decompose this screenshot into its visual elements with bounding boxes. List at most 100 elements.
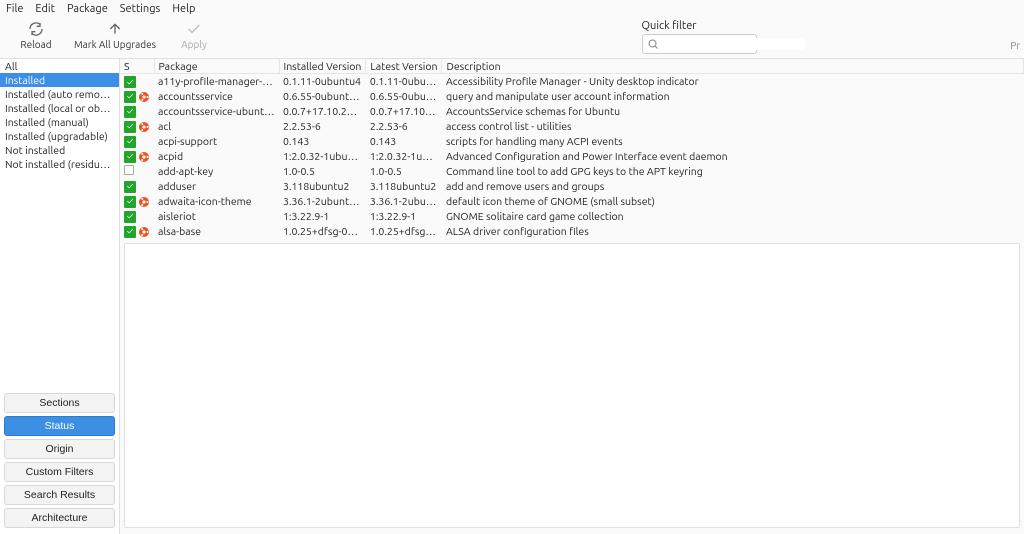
ubuntu-icon — [138, 226, 150, 238]
table-row[interactable]: ✓alsa-base1.0.25+dfsg-0ubunt1.0.25+dfsg-… — [120, 224, 1024, 239]
status-cell[interactable]: ✓ — [120, 179, 154, 194]
check-icon[interactable]: ✓ — [124, 151, 136, 163]
package-name: acpi-support — [154, 134, 279, 149]
menu-file[interactable]: File — [6, 3, 23, 15]
col-latest-version[interactable]: Latest Version — [366, 59, 442, 74]
installed-version: 0.1.11-0ubuntu4 — [279, 74, 366, 89]
table-row[interactable]: ✓acpi-support0.1430.143scripts for handl… — [120, 134, 1024, 149]
installed-version: 3.36.1-2ubuntu0.20 — [279, 194, 366, 209]
package-name: alsa-base — [154, 224, 279, 239]
filter-item-manual[interactable]: Installed (manual) — [0, 115, 119, 129]
mark-upgrades-button[interactable]: Mark All Upgrades — [72, 20, 158, 56]
col-description[interactable]: Description — [442, 59, 1024, 74]
status-cell[interactable]: ✓ — [120, 149, 154, 164]
filter-item-residual-config[interactable]: Not installed (residual config) — [0, 157, 119, 171]
quick-filter-field[interactable] — [642, 34, 757, 54]
search-results-button[interactable]: Search Results — [4, 485, 115, 505]
toolbar: Reload Mark All Upgrades Apply Quick fil… — [0, 18, 1024, 58]
package-name: acl — [154, 119, 279, 134]
table-row[interactable]: ✓adwaita-icon-theme3.36.1-2ubuntu0.203.3… — [120, 194, 1024, 209]
filter-item-local-obsolete[interactable]: Installed (local or obsolete) — [0, 101, 119, 115]
package-detail-pane: No package is selected. — [124, 243, 1020, 528]
filter-item-upgradable[interactable]: Installed (upgradable) — [0, 129, 119, 143]
package-description: default icon theme of GNOME (small subse… — [442, 194, 1024, 209]
menu-package[interactable]: Package — [67, 3, 108, 15]
custom-filters-button[interactable]: Custom Filters — [4, 462, 115, 482]
reload-button[interactable]: Reload — [6, 20, 66, 56]
filter-item-auto-removable[interactable]: Installed (auto removable) — [0, 87, 119, 101]
status-cell[interactable]: ✓ — [120, 209, 154, 224]
package-table-wrap[interactable]: S Package Installed Version Latest Versi… — [120, 59, 1024, 239]
table-row[interactable]: ✓a11y-profile-manager-indicator0.1.11-0u… — [120, 74, 1024, 89]
check-icon[interactable]: ✓ — [124, 211, 136, 223]
latest-version: 1.0-0.5 — [366, 164, 442, 179]
table-row[interactable]: ✓adduser3.118ubuntu23.118ubuntu2add and … — [120, 179, 1024, 194]
latest-version: 3.36.1-2ubuntu0.20 — [366, 194, 442, 209]
package-description: GNOME solitaire card game collection — [442, 209, 1024, 224]
menu-settings[interactable]: Settings — [120, 3, 161, 15]
reload-label: Reload — [20, 39, 51, 50]
package-name: aisleriot — [154, 209, 279, 224]
mark-upgrades-label: Mark All Upgrades — [74, 39, 156, 50]
menu-help[interactable]: Help — [172, 3, 195, 15]
latest-version: 2.2.53-6 — [366, 119, 442, 134]
ubuntu-icon — [138, 121, 150, 133]
check-icon[interactable]: ✓ — [124, 196, 136, 208]
col-package[interactable]: Package — [154, 59, 279, 74]
filter-header[interactable]: All — [0, 59, 119, 73]
package-name: accountsservice-ubuntu-schema — [154, 104, 279, 119]
table-row[interactable]: ✓acl2.2.53-62.2.53-6access control list … — [120, 119, 1024, 134]
table-row[interactable]: add-apt-key1.0-0.51.0-0.5Command line to… — [120, 164, 1024, 179]
status-cell[interactable]: ✓ — [120, 224, 154, 239]
package-table: S Package Installed Version Latest Versi… — [120, 59, 1024, 239]
check-icon[interactable]: ✓ — [124, 226, 136, 238]
detail-placeholder: No package is selected. — [125, 244, 1019, 272]
quick-filter-input[interactable] — [663, 38, 805, 50]
package-description: Accessibility Profile Manager - Unity de… — [442, 74, 1024, 89]
package-description: scripts for handling many ACPI events — [442, 134, 1024, 149]
check-icon[interactable]: ✓ — [124, 91, 136, 103]
installed-version: 1.0-0.5 — [279, 164, 366, 179]
filter-list[interactable]: All Installed Installed (auto removable)… — [0, 59, 119, 389]
unchecked-icon[interactable] — [124, 165, 134, 175]
table-row[interactable]: ✓aisleriot1:3.22.9-11:3.22.9-1GNOME soli… — [120, 209, 1024, 224]
installed-version: 1:2.0.32-1ubuntu1 — [279, 149, 366, 164]
table-row[interactable]: ✓accountsservice0.6.55-0ubuntu12~20.6.55… — [120, 89, 1024, 104]
check-icon[interactable]: ✓ — [124, 121, 136, 133]
check-icon[interactable]: ✓ — [124, 181, 136, 193]
package-description: Command line tool to add GPG keys to the… — [442, 164, 1024, 179]
filter-item-installed[interactable]: Installed — [0, 73, 119, 87]
status-cell[interactable]: ✓ — [120, 119, 154, 134]
origin-button[interactable]: Origin — [4, 439, 115, 459]
sidebar: All Installed Installed (auto removable)… — [0, 59, 120, 534]
col-installed-version[interactable]: Installed Version — [279, 59, 366, 74]
col-status[interactable]: S — [120, 59, 154, 74]
check-icon[interactable]: ✓ — [124, 136, 136, 148]
apply-button[interactable]: Apply — [164, 20, 224, 56]
check-icon[interactable]: ✓ — [124, 106, 136, 118]
check-icon[interactable]: ✓ — [124, 76, 136, 88]
quick-filter-label: Quick filter — [642, 20, 697, 32]
table-row[interactable]: ✓acpid1:2.0.32-1ubuntu11:2.0.32-1ubuntu1… — [120, 149, 1024, 164]
package-name: acpid — [154, 149, 279, 164]
installed-version: 2.2.53-6 — [279, 119, 366, 134]
status-cell[interactable]: ✓ — [120, 134, 154, 149]
menu-edit[interactable]: Edit — [35, 3, 55, 15]
status-cell[interactable] — [120, 164, 154, 179]
installed-version: 0.6.55-0ubuntu12~2 — [279, 89, 366, 104]
status-button[interactable]: Status — [4, 416, 115, 436]
status-cell[interactable]: ✓ — [120, 89, 154, 104]
apply-label: Apply — [181, 39, 207, 50]
installed-version: 0.143 — [279, 134, 366, 149]
table-row[interactable]: ✓accountsservice-ubuntu-schema0.0.7+17.1… — [120, 104, 1024, 119]
architecture-button[interactable]: Architecture — [4, 508, 115, 528]
status-cell[interactable]: ✓ — [120, 74, 154, 89]
sections-button[interactable]: Sections — [4, 393, 115, 413]
status-cell[interactable]: ✓ — [120, 194, 154, 209]
properties-truncated[interactable]: Pr — [1010, 40, 1020, 51]
ubuntu-icon — [138, 151, 150, 163]
main-area: All Installed Installed (auto removable)… — [0, 58, 1024, 534]
status-cell[interactable]: ✓ — [120, 104, 154, 119]
filter-item-not-installed[interactable]: Not installed — [0, 143, 119, 157]
menubar: File Edit Package Settings Help — [0, 0, 1024, 18]
